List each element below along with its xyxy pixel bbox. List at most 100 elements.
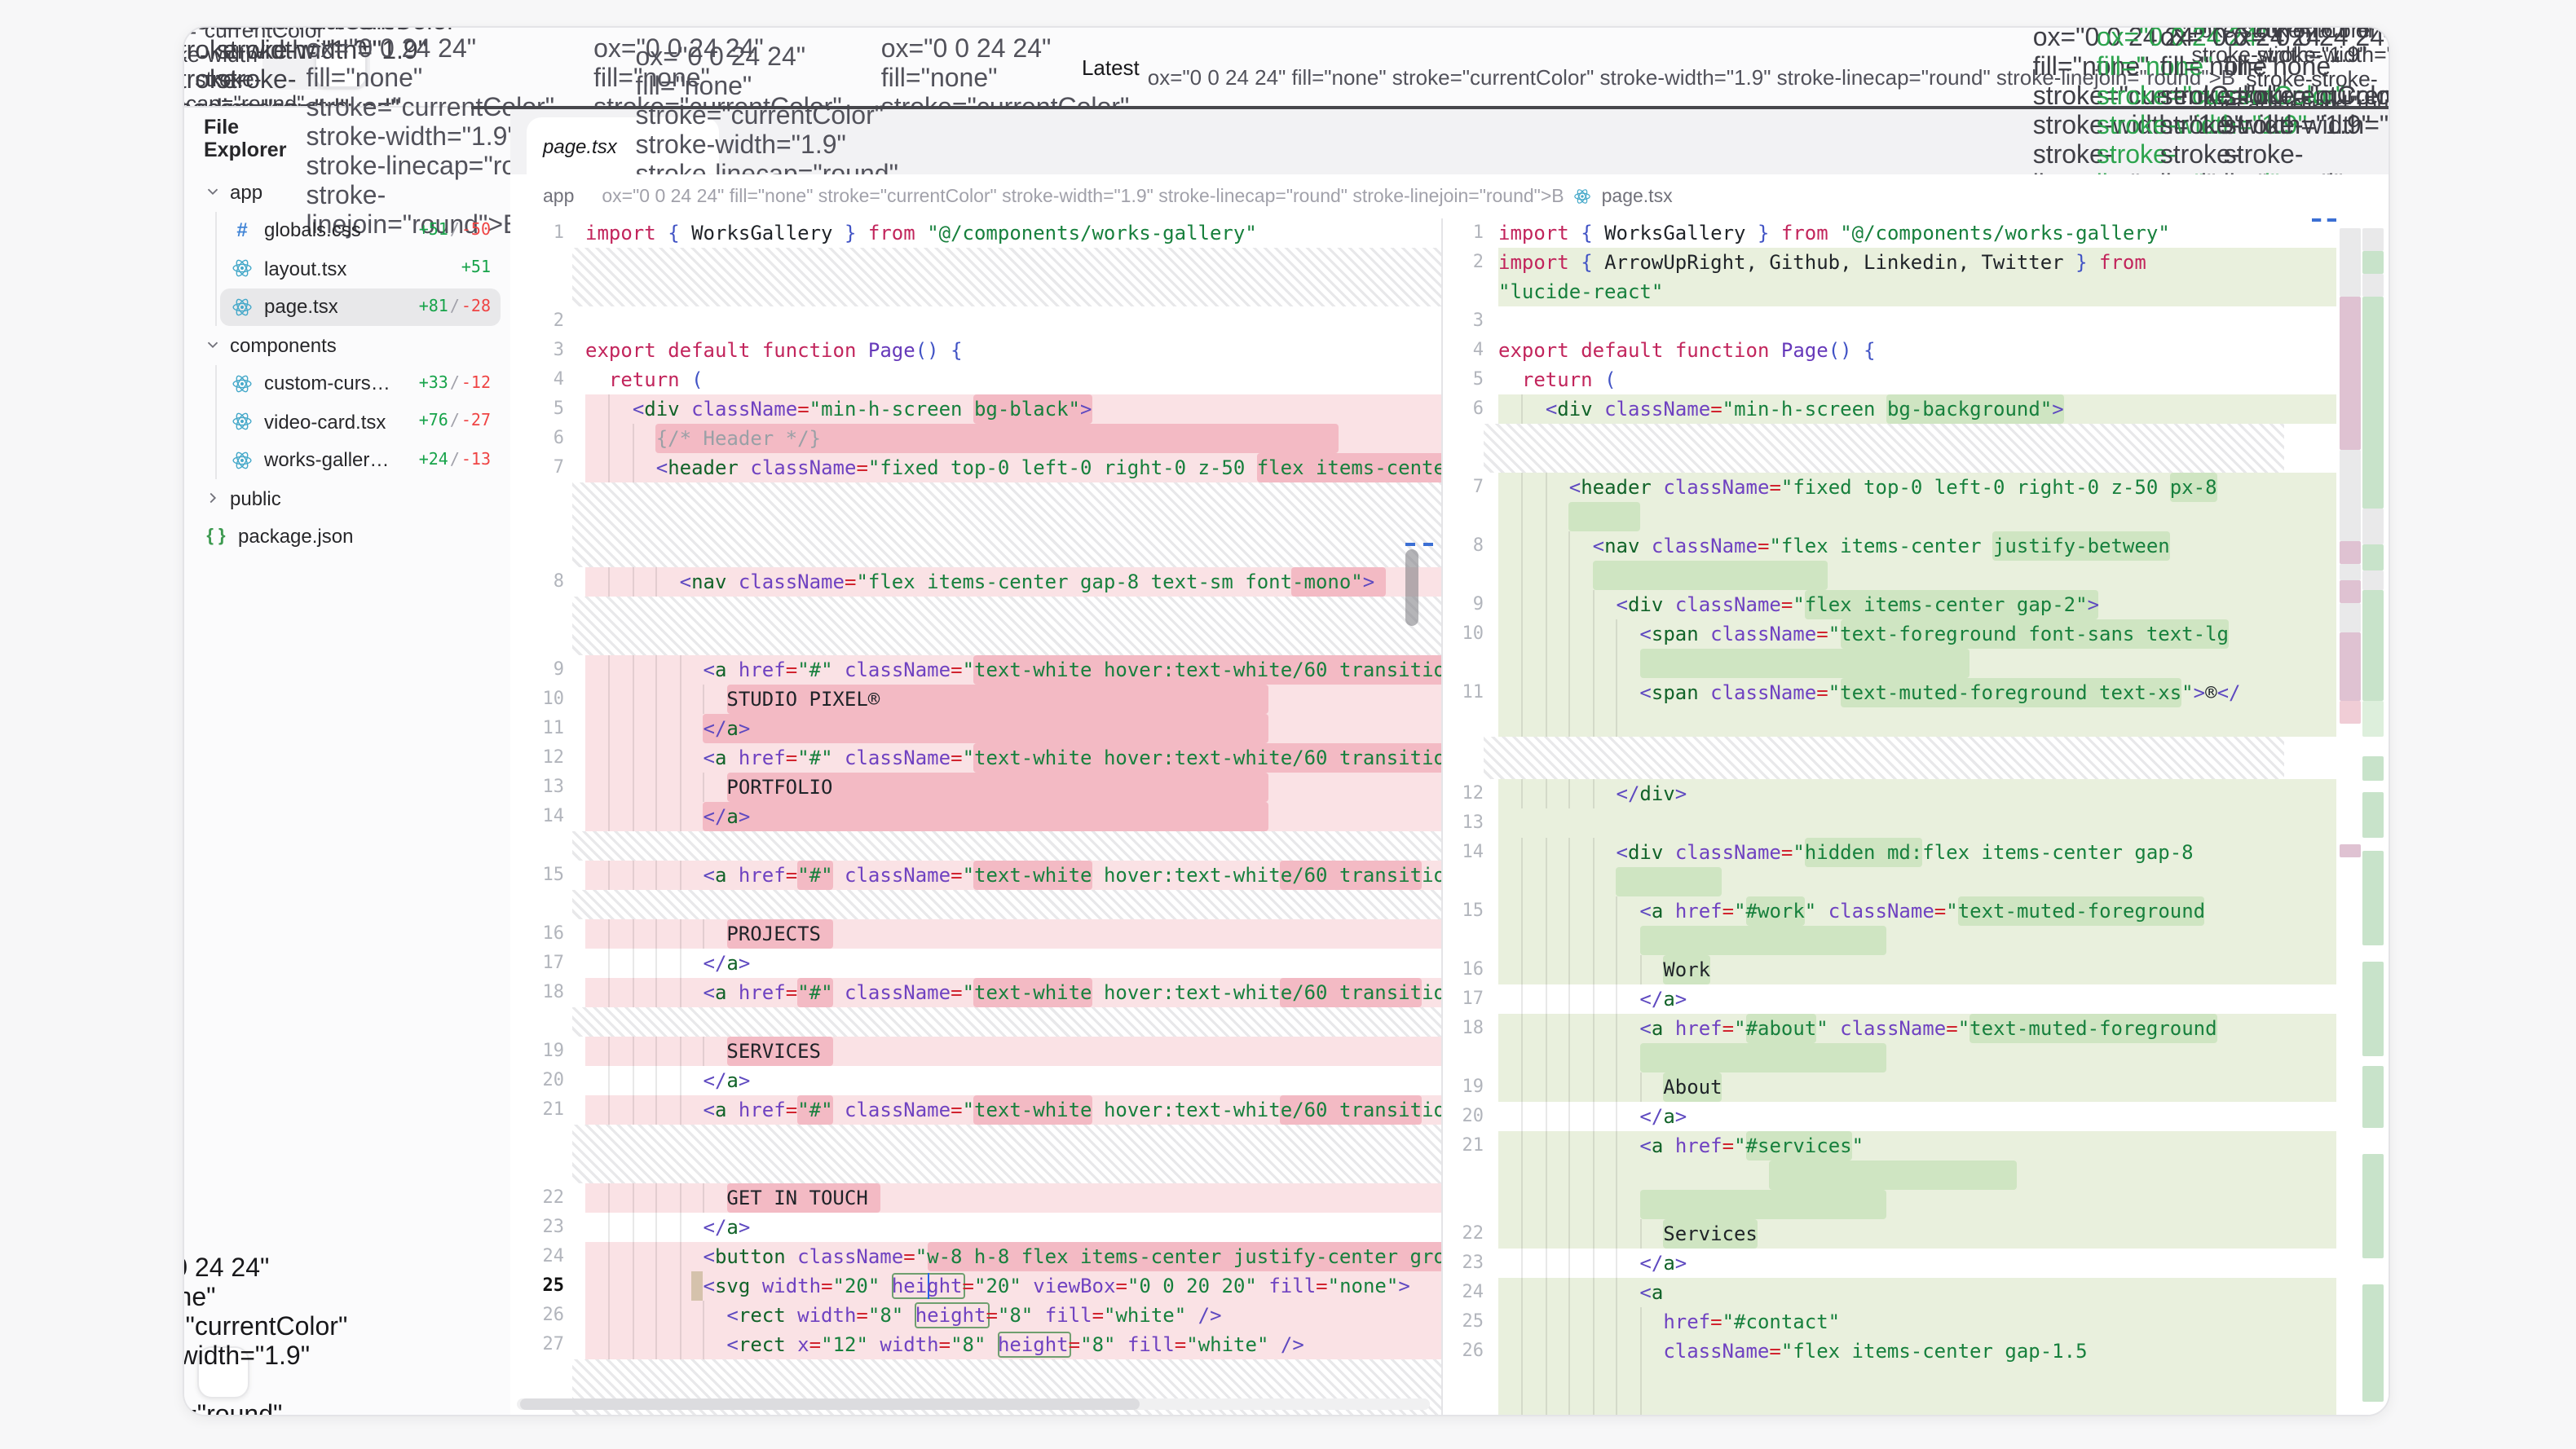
code-line-4[interactable]: 4 return (: [510, 365, 1441, 394]
minimap-block: [2362, 509, 2384, 544]
code-line-11[interactable]: 11 </a>: [510, 714, 1441, 743]
code-line-wrap[interactable]: "lucide-react": [1443, 277, 2336, 306]
sidebar-item-layout-tsx[interactable]: layout.tsx+51: [220, 249, 501, 288]
code-line-23[interactable]: 23 </a>: [510, 1213, 1441, 1242]
code-line-wrap[interactable]: font-semibold tracking-tight">Studio Pix…: [1443, 649, 2336, 678]
code-line-1[interactable]: 1import { WorksGallery } from "@/compone…: [510, 218, 1441, 248]
diff-alignment-spacer: [572, 597, 1441, 655]
code-line-22[interactable]: 22 GET IN TOUCH: [510, 1183, 1441, 1213]
code-line-2[interactable]: 2: [510, 306, 1441, 336]
code-line-wrap[interactable]: text-sm">: [1443, 867, 2336, 896]
sidebar-item-custom-curs-[interactable]: custom-curs…+33/-12: [220, 364, 501, 403]
code-line-6[interactable]: 6 {/* Header */}: [510, 424, 1441, 453]
line-number: 8: [510, 567, 585, 597]
breadcrumb-file[interactable]: page.tsx: [1602, 187, 1673, 206]
code-line-4[interactable]: 4export default function Page() {: [1443, 336, 2336, 365]
code-line-8[interactable]: 8 <nav className="flex items-center gap-…: [510, 567, 1441, 597]
minimap-block: [2362, 701, 2384, 737]
code-line-10[interactable]: 10 STUDIO PIXEL®: [510, 685, 1441, 714]
code-line-19[interactable]: 19 About: [1443, 1072, 2336, 1102]
code-line-8[interactable]: 8 <nav className="flex items-center just…: [1443, 531, 2336, 561]
code-line-14[interactable]: 14 </a>: [510, 802, 1441, 831]
sidebar-item-package-json[interactable]: { }package.json: [194, 518, 501, 556]
code-line-12[interactable]: 12 </div>: [1443, 779, 2336, 808]
code-line-5[interactable]: 5 <div className="min-h-screen bg-black"…: [510, 394, 1441, 424]
code-line-11[interactable]: 11 <span className="text-muted-foregroun…: [1443, 678, 2336, 707]
file-explorer-sidebar: File Explorer ox="0 0 24 24" fill="none"…: [184, 108, 512, 1415]
code-line-wrap[interactable]: className="text-muted-foreground: [1443, 1161, 2336, 1190]
minimap-block: [2340, 450, 2361, 541]
sidebar-item-video-card-tsx[interactable]: video-card.tsx+76/-27: [220, 403, 501, 441]
breadcrumb-app[interactable]: app: [543, 187, 574, 206]
code-line-15[interactable]: 15 <a href="#work" className="text-muted…: [1443, 896, 2336, 926]
diff-minimap[interactable]: [2340, 218, 2385, 1415]
code-pane-old[interactable]: 1import { WorksGallery } from "@/compone…: [510, 218, 1443, 1415]
horizontal-scrollbar-left[interactable]: [517, 1398, 1430, 1410]
code-line-9[interactable]: 9 <a href="#" className="text-white hove…: [510, 655, 1441, 685]
code-line-10[interactable]: 10 <span className="text-foreground font…: [1443, 619, 2336, 649]
code-line-26[interactable]: 26 <rect width="8" height="8" fill="whit…: [510, 1301, 1441, 1330]
code-line-wrap[interactable]: max-w-7xl mx-auto">: [1443, 561, 2336, 590]
code-line-3[interactable]: 3: [1443, 306, 2336, 336]
code-line-24[interactable]: 24 <a: [1443, 1278, 2336, 1307]
breadcrumb: app ox="0 0 24 24" fill="none" stroke="c…: [510, 174, 2389, 218]
download-button[interactable]: ox="0 0 24 24" fill="none" stroke="curre…: [2327, 120, 2369, 162]
code-line-21[interactable]: 21 <a href="#" className="text-white hov…: [510, 1095, 1441, 1125]
code-pane-new[interactable]: 1import { WorksGallery } from "@/compone…: [1443, 218, 2389, 1415]
code-line-7[interactable]: 7 <header className="fixed top-0 left-0 …: [1443, 473, 2336, 502]
code-line-23[interactable]: 23 </a>: [1443, 1249, 2336, 1278]
sidebar-item-public[interactable]: public: [194, 479, 501, 518]
code-line-14[interactable]: 14 <div className="hidden md:flex items-…: [1443, 838, 2336, 867]
code-line-wrap[interactable]: 80 px-4 py-2 rounded-full transition-col…: [1443, 1395, 2336, 1415]
code-line-20[interactable]: 20 </a>: [1443, 1102, 2336, 1131]
line-number: [1443, 649, 1498, 678]
code-line-7[interactable]: 7 <header className="fixed top-0 left-0 …: [510, 453, 1441, 482]
line-number: [1443, 1395, 1498, 1415]
code-line-wrap[interactable]: span>: [1443, 707, 2336, 737]
code-line-27[interactable]: 27 <rect x="12" width="8" height="8" fil…: [510, 1330, 1441, 1359]
code-line-25[interactable]: 25 href="#contact": [1443, 1307, 2336, 1337]
code-line-wrap[interactable]: text-foreground bg-secondary hover:bg-se…: [1443, 1366, 2336, 1395]
code-line-20[interactable]: 20 </a>: [510, 1066, 1441, 1095]
code-line-3[interactable]: 3export default function Page() {: [510, 336, 1441, 365]
code-line-16[interactable]: 16 Work: [1443, 955, 2336, 984]
minimap-block: [2340, 844, 2361, 857]
code-line-18[interactable]: 18 <a href="#" className="text-white hov…: [510, 978, 1441, 1007]
code-line-9[interactable]: 9 <div className="flex items-center gap-…: [1443, 590, 2336, 619]
sidebar-item-works-galler-[interactable]: works-galler…+24/-13: [220, 441, 501, 479]
code-line-wrap[interactable]: hover:text-foreground transition-colors"…: [1443, 1043, 2336, 1072]
code-line-wrap[interactable]: py-6">: [1443, 502, 2336, 531]
minimap-block: [2362, 228, 2384, 251]
code-line-26[interactable]: 26 className="flex items-center gap-1.5: [1443, 1337, 2336, 1366]
code-line-5[interactable]: 5 return (: [1443, 365, 2336, 394]
line-number: 5: [1443, 365, 1498, 394]
vertical-scrollbar-left[interactable]: [1405, 549, 1418, 626]
code-line-19[interactable]: 19 SERVICES: [510, 1037, 1441, 1066]
code-line-18[interactable]: 18 <a href="#about" className="text-mute…: [1443, 1014, 2336, 1043]
code-line-22[interactable]: 22 Services: [1443, 1219, 2336, 1249]
code-line-2[interactable]: 2import { ArrowUpRight, Github, Linkedin…: [1443, 248, 2336, 277]
code-line-13[interactable]: 13: [1443, 808, 2336, 838]
code-line-17[interactable]: 17 </a>: [510, 949, 1441, 978]
minimap-block: [2340, 701, 2361, 724]
code-line-24[interactable]: 24 <button className="w-8 h-8 flex items…: [510, 1242, 1441, 1271]
code-line-wrap[interactable]: hover:text-foreground transition-colors"…: [1443, 926, 2336, 955]
line-number: 16: [510, 919, 585, 949]
code-line-12[interactable]: 12 <a href="#" className="text-white hov…: [510, 743, 1441, 773]
line-number: 23: [1443, 1249, 1498, 1278]
code-line-25[interactable]: 25 <svg width="20" height="20" viewBox="…: [510, 1271, 1441, 1301]
code-line-6[interactable]: 6 <div className="min-h-screen bg-backgr…: [1443, 394, 2336, 424]
code-line-17[interactable]: 17 </a>: [1443, 984, 2336, 1014]
code-line-15[interactable]: 15 <a href="#" className="text-white hov…: [510, 861, 1441, 890]
code-line-16[interactable]: 16 PROJECTS: [510, 919, 1441, 949]
line-number: [1443, 1043, 1498, 1072]
collapse-sidebar-button[interactable]: ox="0 0 24 24" fill="none" stroke="curre…: [197, 1346, 249, 1398]
code-line-wrap[interactable]: hover:text-foreground transition-colors"…: [1443, 1190, 2336, 1219]
minimap-block: [2362, 297, 2384, 509]
code-line-21[interactable]: 21 <a href="#services": [1443, 1131, 2336, 1161]
code-line-13[interactable]: 13 PORTFOLIO: [510, 773, 1441, 802]
sidebar-item-page-tsx[interactable]: page.tsx+81/-28: [220, 288, 501, 326]
code-line-1[interactable]: 1import { WorksGallery } from "@/compone…: [1443, 218, 2336, 248]
tab-page-tsx[interactable]: page.tsx ox="0 0 24 24" fill="none" stro…: [527, 117, 719, 174]
sidebar-item-components[interactable]: components: [194, 326, 501, 364]
